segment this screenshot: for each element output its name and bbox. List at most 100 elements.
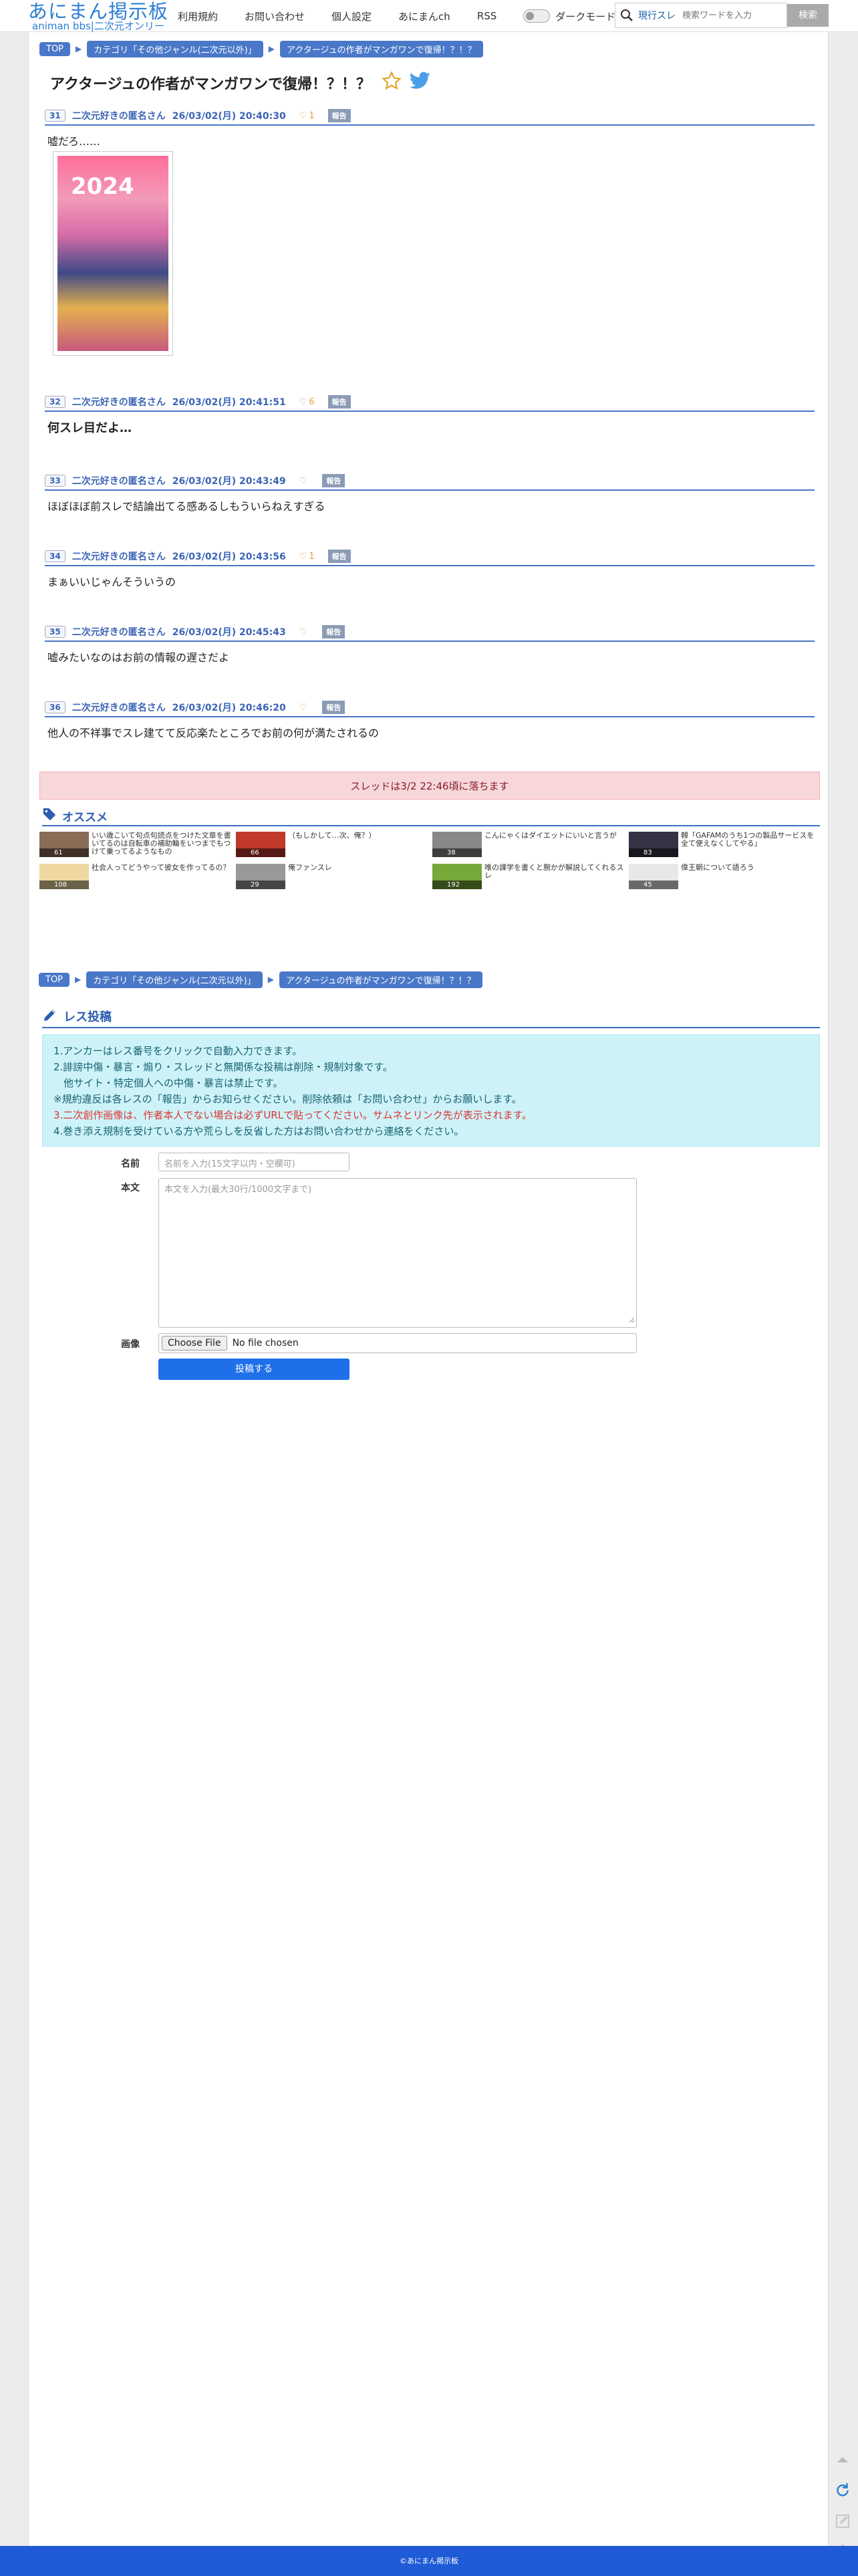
site-logo[interactable]: あにまん掲示板 animan bbs|二次元オンリー [28,1,168,31]
post-number[interactable]: 33 [45,475,65,487]
report-button[interactable]: 報告 [322,701,345,714]
search-icon [615,3,638,27]
top-nav: 利用規約 お問い合わせ 個人設定 あにまんch RSS ダークモード [178,0,615,32]
recommend-item[interactable]: 61 いい歳こいて句点句読点をつけた文章を書いてるのは自転車の補助輪をいつまでもつ… [39,832,233,857]
reply-form-heading-text: レス投稿 [63,1010,112,1024]
twitter-share-icon[interactable] [410,72,431,94]
breadcrumb-top[interactable]: TOP [39,41,71,56]
reply-form-heading: レス投稿 [42,1006,820,1028]
post-image-thumbnail[interactable]: 2024 [53,151,173,356]
breadcrumb-top[interactable]: TOP [39,972,70,987]
image-label: 画像 [121,1339,140,1350]
heart-icon: ♡ [299,475,307,486]
image-file-input[interactable]: Choose File No file chosen [158,1333,637,1353]
post-31: 31 二次元好きの匿名さん 26/03/02(月) 20:40:30 ♡ 1 報告… [45,107,815,356]
posting-rules-notice: 1.アンカーはレス番号をクリックで自動入力できます。 2.誹謗中傷・暴言・煽り・… [42,1034,820,1147]
recommend-title: 社会人ってどうやって彼女を作ってるの？ [92,864,231,872]
recommend-title: 俺ファンスレ [288,864,332,872]
submit-post-button[interactable]: 投稿する [158,1359,349,1380]
breadcrumb-category[interactable]: カテゴリ「その他ジャンル(二次元以外)」 [87,40,263,57]
post-body: まぁいいじゃんそういうの [47,576,176,588]
rule-line-report: ※規約違反は各レスの「報告」からお知らせください。削除依頼は「お問い合わせ」から… [53,1093,522,1105]
dark-mode-toggle[interactable] [523,9,551,23]
post-date: 26/03/02(月) 20:46:20 [172,703,286,713]
breadcrumb-bottom: TOP ▶ カテゴリ「その他ジャンル(二次元以外)」 ▶ アクタージュの作者がマ… [39,971,482,988]
reload-icon[interactable] [830,2478,855,2503]
like-button[interactable]: ♡ 1 [299,111,315,121]
like-button[interactable]: ♡ [299,703,309,713]
post-number[interactable]: 36 [45,701,65,713]
recommend-item[interactable]: 108 社会人ってどうやって彼女を作ってるの？ [39,864,233,889]
rule-line-4: 4.巻き添え規制を受けている方や荒らしを反省した方はお問い合わせから連絡をくださ… [53,1125,464,1137]
breadcrumb-category[interactable]: カテゴリ「その他ジャンル(二次元以外)」 [86,971,263,988]
post-author: 二次元好きの匿名さん [72,703,166,713]
pencil-icon [42,1007,58,1026]
nav-terms[interactable]: 利用規約 [178,9,218,23]
recommend-thumbnail: 45 [629,864,678,889]
breadcrumb-thread[interactable]: アクタージュの作者がマンガワンで復帰！？！？ [279,971,482,988]
post-number[interactable]: 34 [45,550,65,562]
post-body: 何スレ目だよ… [47,421,132,435]
thread-expire-notice: スレッドは3/2 22:46頃に落ちます [39,772,820,800]
like-button[interactable]: ♡ [299,476,309,486]
nav-settings[interactable]: 個人設定 [331,9,372,23]
name-field[interactable]: 名前を入力(15文字以内・空欄可) [158,1153,349,1171]
recommend-item[interactable]: 29 俺ファンスレ [236,864,430,889]
post-date: 26/03/02(月) 20:40:30 [172,111,286,122]
nav-rss[interactable]: RSS [477,10,496,22]
search-button[interactable]: 検索 [787,4,829,27]
recommend-item[interactable]: 38 こんにゃくはダイエットにいいと言うが [432,832,626,857]
like-button[interactable]: ♡ [299,627,309,637]
search-input[interactable] [682,10,782,21]
recommend-item[interactable]: 66 （もしかして…次、俺？） [236,832,430,857]
post-author: 二次元好きの匿名さん [72,476,166,487]
top-header: あにまん掲示板 animan bbs|二次元オンリー 利用規約 お問い合わせ 個… [0,0,858,32]
report-button[interactable]: 報告 [327,109,351,122]
report-button[interactable]: 報告 [322,625,345,638]
search-mode-select[interactable]: 現行スレ [638,9,676,22]
body-textarea[interactable]: 本文を入力(最大30行/1000文字まで) [158,1178,637,1328]
body-placeholder: 本文を入力(最大30行/1000文字まで) [164,1185,312,1195]
recommend-item[interactable]: 45 偉王朝について語ろう [629,864,823,889]
post-header: 35 二次元好きの匿名さん 26/03/02(月) 20:45:43 ♡ 報告 [45,623,815,642]
heart-icon: ♡ [299,702,307,713]
recommend-title: 偉王朝について語ろう [681,864,754,872]
logo-main-text: あにまん掲示板 [28,0,169,23]
rule-line-3: 3.二次創作画像は、作者本人でない場合は必ずURLで貼ってください。サムネとリン… [53,1109,533,1121]
comment-count: 61 [39,848,89,857]
resize-handle-icon[interactable] [628,1316,635,1326]
nav-animanch[interactable]: あにまんch [398,9,450,23]
report-button[interactable]: 報告 [327,395,351,408]
page-title: アクタージュの作者がマンガワンで復帰！？！？ [50,76,372,93]
report-button[interactable]: 報告 [322,474,345,487]
choose-file-button[interactable]: Choose File [162,1336,227,1351]
recommend-thumbnail: 61 [39,832,89,857]
favorite-star-icon[interactable] [382,71,402,95]
recommend-item[interactable]: 83 韓「GAFAMのうち1つの製品サービスを全て使えなくしてやる」 [629,832,823,857]
scroll-top-button[interactable] [830,2447,855,2472]
tag-icon [42,807,57,825]
recommend-thumbnail: 192 [432,864,482,889]
recommend-item[interactable]: 192 唯の課学を書くと腕かが解説してくれるスレ [432,864,626,889]
recommend-thumbnail: 66 [236,832,285,857]
recommend-thumbnail: 38 [432,832,482,857]
compose-icon[interactable] [830,2508,855,2534]
nav-contact[interactable]: お問い合わせ [245,9,305,23]
post-header: 31 二次元好きの匿名さん 26/03/02(月) 20:40:30 ♡ 1 報告 [45,107,815,126]
breadcrumb-thread[interactable]: アクタージュの作者がマンガワンで復帰！？！？ [279,40,483,57]
post-number[interactable]: 32 [45,396,65,408]
recommend-title: （もしかして…次、俺？） [288,832,376,840]
recommend-heading: オススメ [42,806,820,826]
post-image: 2024 [57,156,168,351]
post-body: 嘘みたいなのはお前の情報の遅さだよ [47,651,230,664]
post-body: ほぼほぼ前スレで結論出てる感あるしもういらねえすぎる [47,500,325,513]
like-button[interactable]: ♡ 1 [299,552,315,562]
like-count: 1 [309,110,315,121]
comment-count: 192 [432,881,482,889]
post-number[interactable]: 35 [45,626,65,638]
post-number[interactable]: 31 [45,110,65,122]
post-author: 二次元好きの匿名さん [72,397,166,408]
comment-count: 45 [629,881,678,889]
report-button[interactable]: 報告 [327,550,351,563]
like-button[interactable]: ♡ 6 [299,397,315,407]
